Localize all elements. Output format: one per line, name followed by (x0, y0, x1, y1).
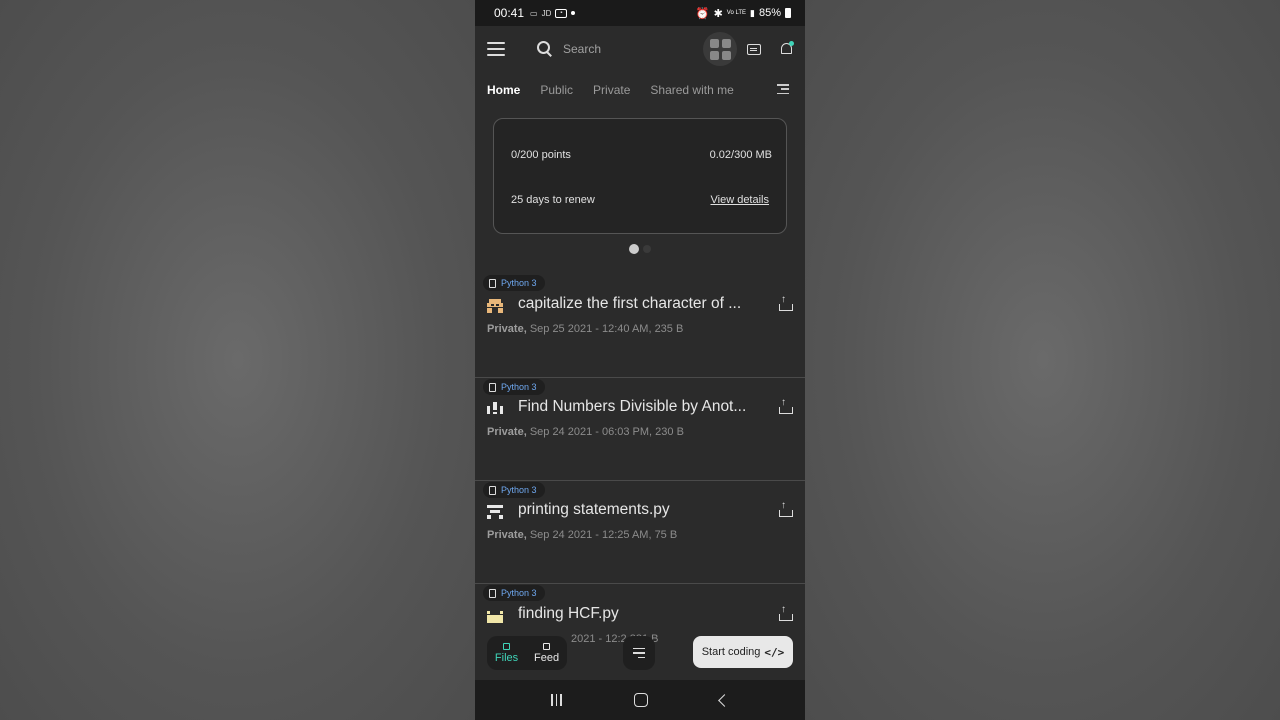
chat-icon[interactable] (747, 43, 761, 55)
points-usage: 0/200 points (511, 149, 571, 161)
file-title: Find Numbers Divisible by Anot... (518, 398, 747, 415)
file-meta: Private, Sep 25 2021 - 12:40 AM, 235 B (487, 323, 683, 335)
feed-icon (543, 642, 551, 650)
background-right (805, 0, 1280, 720)
file-visibility: Private, (487, 426, 527, 438)
search-placeholder: Search (563, 42, 602, 56)
language-label: Python 3 (501, 588, 537, 598)
avatar-icon (487, 299, 503, 313)
top-bar: Search (475, 26, 805, 72)
nav-files-label: Files (494, 651, 519, 664)
view-details-link[interactable]: View details (711, 194, 770, 206)
language-label: Python 3 (501, 382, 537, 392)
home-icon[interactable] (633, 693, 648, 707)
file-title: printing statements.py (518, 501, 670, 518)
tab-home[interactable]: Home (487, 83, 520, 97)
recent-apps-icon[interactable] (551, 694, 562, 706)
file-doc-icon (489, 485, 496, 495)
start-coding-button[interactable]: Start coding </> (693, 636, 793, 668)
language-label: Python 3 (501, 485, 537, 495)
nav-feed[interactable]: Feed (534, 642, 560, 664)
bluetooth-icon: ✱ (713, 7, 723, 20)
renew-countdown: 25 days to renew (511, 194, 595, 206)
apps-grid-icon[interactable] (703, 32, 737, 66)
carousel-indicator (629, 244, 651, 254)
status-time: 00:41 (494, 6, 525, 20)
menu-lines-icon[interactable] (623, 636, 655, 670)
share-icon[interactable] (779, 500, 793, 517)
file-meta: Private, Sep 24 2021 - 06:03 PM, 230 B (487, 426, 684, 438)
carousel-dot[interactable] (643, 245, 651, 253)
phone-screen: 00:41 ▭ JD ▪ ⏰ ✱ Vo LTE ▮ 85% Search Hom… (475, 0, 805, 720)
tab-bar: Home Public Private Shared with me (475, 76, 805, 104)
file-list-item[interactable]: Python 3 Find Numbers Divisible by Anot.… (475, 378, 805, 481)
nav-files[interactable]: Files (494, 642, 519, 664)
app-notification-icon: ▪ (555, 8, 568, 18)
language-badge: Python 3 (483, 482, 545, 498)
file-title: finding HCF.py (518, 605, 619, 622)
avatar-icon (487, 402, 503, 414)
search-field[interactable]: Search (537, 41, 703, 57)
file-title: capitalize the first character of ... (518, 295, 742, 312)
file-doc-icon (489, 588, 496, 598)
tab-private[interactable]: Private (593, 83, 630, 97)
nav-feed-label: Feed (534, 651, 560, 664)
back-icon[interactable] (718, 693, 731, 707)
plan-usage-card: 0/200 points 0.02/300 MB 25 days to rene… (493, 118, 787, 234)
file-date-size: Sep 24 2021 - 06:03 PM, 230 B (529, 426, 684, 438)
language-badge: Python 3 (483, 585, 545, 601)
file-list-item[interactable]: Python 3 capitalize the first character … (475, 275, 805, 378)
carousel-dot-active[interactable] (629, 244, 639, 254)
file-meta: Private, Sep 24 2021 - 12:25 AM, 75 B (487, 529, 677, 541)
file-date-size: Sep 24 2021 - 12:25 AM, 75 B (529, 529, 678, 541)
battery-percent: 85% (758, 7, 781, 19)
video-icon: ▭ (530, 8, 538, 18)
share-icon[interactable] (779, 397, 793, 414)
files-icon (503, 642, 511, 650)
file-visibility: Private, (487, 323, 527, 335)
file-doc-icon (489, 382, 496, 392)
filter-icon[interactable] (777, 84, 789, 94)
share-icon[interactable] (779, 294, 793, 311)
volte-icon: Vo LTE (726, 10, 747, 16)
notification-bell-icon[interactable] (779, 41, 794, 56)
more-notifications-icon (571, 11, 576, 15)
background-left (0, 0, 475, 720)
start-coding-label: Start coding (701, 646, 761, 658)
battery-icon (785, 8, 791, 18)
file-date-size: Sep 25 2021 - 12:40 AM, 235 B (529, 323, 684, 335)
hamburger-menu-icon[interactable] (487, 42, 505, 56)
tab-public[interactable]: Public (540, 83, 573, 97)
language-badge: Python 3 (483, 275, 545, 291)
system-nav-bar (475, 680, 805, 720)
file-list-item[interactable]: Python 3 printing statements.py Private,… (475, 481, 805, 584)
search-icon (537, 41, 553, 57)
share-icon[interactable] (779, 604, 793, 621)
status-notification-icons: ▭ JD ▪ (530, 8, 576, 18)
language-label: Python 3 (501, 278, 537, 288)
code-icon: </> (764, 645, 785, 659)
file-visibility: Private, (487, 529, 527, 541)
bottom-nav: Files Feed (487, 636, 567, 670)
avatar-icon (487, 505, 503, 519)
language-badge: Python 3 (483, 379, 545, 395)
jd-icon: JD (541, 8, 552, 18)
signal-icon: ▮ (750, 7, 755, 18)
alarm-icon: ⏰ (695, 7, 710, 20)
avatar-icon (487, 611, 503, 623)
status-right: ⏰ ✱ Vo LTE ▮ 85% (696, 7, 791, 20)
status-bar: 00:41 ▭ JD ▪ ⏰ ✱ Vo LTE ▮ 85% (475, 0, 805, 26)
storage-usage: 0.02/300 MB (709, 149, 772, 161)
tab-shared-with-me[interactable]: Shared with me (650, 83, 733, 97)
file-doc-icon (489, 278, 496, 288)
